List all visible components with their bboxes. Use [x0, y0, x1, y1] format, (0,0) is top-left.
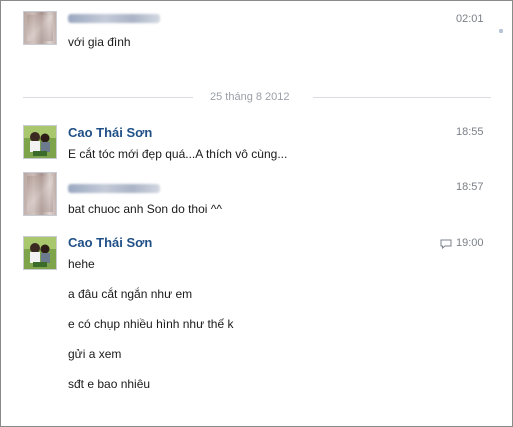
avatar-icon[interactable]	[23, 236, 57, 270]
message-text: với gia đình	[68, 35, 131, 49]
scroll-indicator	[499, 29, 503, 33]
message-text: a đâu cắt ngắn như em	[68, 287, 193, 301]
message-time: 02:01	[456, 13, 484, 25]
comment-icon[interactable]	[440, 239, 452, 249]
sender-name: Cao Thái Sơn	[68, 235, 153, 250]
sender-name-blurred	[68, 14, 160, 23]
sender-name-blurred	[68, 184, 160, 193]
avatar-photo	[24, 237, 56, 269]
date-divider: 25 tháng 8 2012	[210, 91, 290, 103]
divider-line-left	[23, 97, 193, 98]
divider-line-right	[313, 97, 491, 98]
chat-window: 02:01 với gia đình 25 tháng 8 2012 Cao T…	[0, 0, 513, 427]
message-text: e có chụp nhiều hình như thế k	[68, 317, 234, 331]
avatar-icon[interactable]	[23, 125, 57, 159]
message-text: sđt e bao nhiêu	[68, 377, 151, 391]
message-time: 18:55	[456, 126, 484, 138]
avatar-photo	[24, 126, 56, 158]
message-text: bat chuoc anh Son do thoi ^^	[68, 202, 223, 216]
sender-name: Cao Thái Sơn	[68, 125, 153, 140]
message-time: 19:00	[456, 237, 484, 249]
message-text: hehe	[68, 257, 95, 271]
message-text: gửi a xem	[68, 347, 122, 361]
avatar-icon[interactable]	[23, 11, 57, 45]
message-text: E cắt tóc mới đẹp quá...A thích vô cùng.…	[68, 147, 288, 161]
message-time: 18:57	[456, 181, 484, 193]
avatar-icon[interactable]	[23, 172, 57, 216]
